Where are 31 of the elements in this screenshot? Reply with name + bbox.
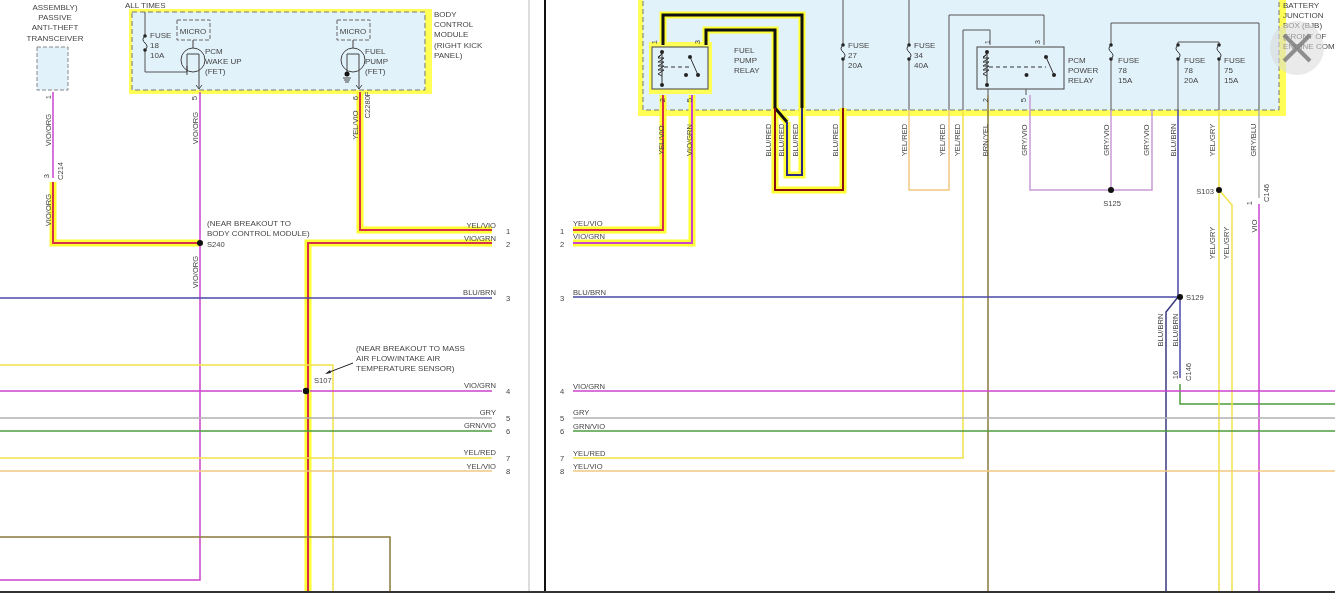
splice-dot — [1108, 187, 1114, 193]
fuse-label: FUSE 78 15A — [1118, 56, 1140, 86]
fuse-label: FUSE 34 40A — [914, 41, 936, 71]
component-label: PCM POWER RELAY — [1068, 56, 1099, 86]
component-label: BODY CONTROL MODULE (RIGHT KICK PANEL) — [434, 10, 483, 60]
component-label: PCM WAKE UP (FET) — [205, 47, 242, 77]
fuse-label: FUSE 78 20A — [1184, 56, 1206, 86]
relay-drawing — [651, 46, 709, 90]
splice-dot — [302, 387, 310, 395]
location-note: (NEAR BREAKOUT TO MASS AIR FLOW/INTAKE AIR TEMPERATURE SENSOR) — [356, 344, 465, 374]
fuse-icon — [1175, 43, 1181, 61]
transceiver-outline — [36, 46, 69, 91]
fuse-icon — [1216, 43, 1222, 61]
fuse-icon — [906, 43, 912, 61]
component-label: ALL TIMES — [125, 1, 166, 10]
fuse-icon — [840, 43, 846, 61]
fuse-label: FUSE 27 20A — [848, 41, 870, 71]
fuse-label: FUSE 75 15A — [1224, 56, 1246, 86]
splice-dot — [197, 240, 203, 246]
component-label: FUEL PUMP RELAY — [734, 46, 760, 76]
component-label: FUEL PUMP (FET) — [365, 47, 389, 77]
splice-dot — [1216, 187, 1222, 193]
fuse-label: FUSE 18 10A — [150, 31, 172, 61]
component-label: ASSEMBLY) PASSIVE ANTI-THEFT TRANSCEIVER — [26, 3, 84, 43]
leader-line — [325, 362, 354, 374]
fuse-icon — [1108, 43, 1114, 61]
component-label: MICRO — [179, 27, 207, 36]
location-note: (NEAR BREAKOUT TO BODY CONTROL MODULE) — [207, 219, 310, 239]
fuse-icon — [142, 34, 148, 52]
component-label: MICRO — [339, 27, 367, 36]
splice-dot — [1177, 294, 1183, 300]
